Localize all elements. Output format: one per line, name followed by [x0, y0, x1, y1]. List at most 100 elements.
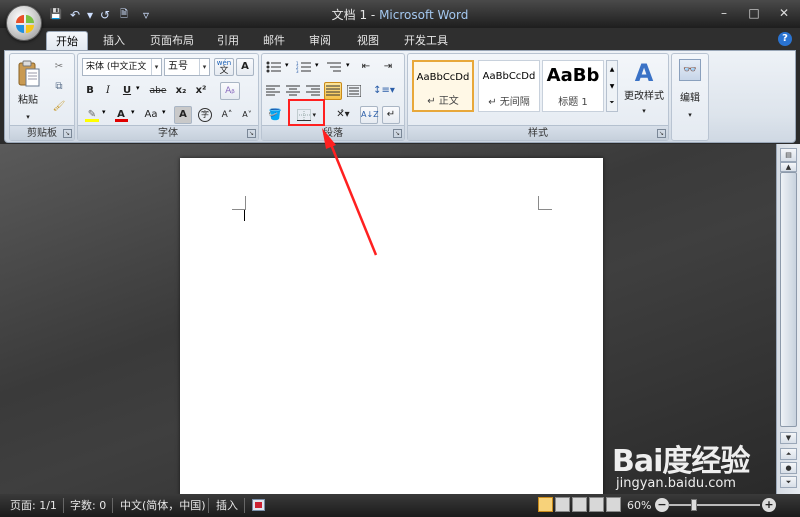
previous-page-button[interactable]: ⏶	[780, 448, 797, 460]
status-insert-mode[interactable]: 插入	[216, 498, 238, 513]
view-web-layout-button[interactable]	[572, 497, 587, 512]
justify-button[interactable]	[324, 82, 342, 100]
next-page-button[interactable]: ⏷	[780, 476, 797, 488]
tab-page-layout[interactable]: 页面布局	[144, 31, 200, 50]
distributed-button[interactable]	[344, 82, 364, 100]
tab-insert[interactable]: 插入	[96, 31, 132, 50]
char-border-button[interactable]: A	[236, 58, 254, 76]
shrink-font-button[interactable]: A˅	[238, 106, 256, 124]
scroll-thumb[interactable]	[780, 172, 797, 427]
tab-references[interactable]: 引用	[210, 31, 246, 50]
view-full-screen-button[interactable]	[555, 497, 570, 512]
underline-dropdown-icon[interactable]: ▾	[136, 84, 140, 92]
font-color-dropdown-icon[interactable]: ▾	[131, 108, 135, 116]
decrease-indent-button[interactable]: ⇤	[356, 58, 376, 76]
close-button[interactable]: ✕	[774, 4, 794, 22]
text-cursor	[244, 210, 245, 221]
align-left-button[interactable]	[264, 82, 282, 100]
tab-view[interactable]: 视图	[350, 31, 386, 50]
show-marks-button[interactable]: ↵	[382, 106, 400, 124]
view-print-layout-button[interactable]	[538, 497, 553, 512]
cut-button[interactable]: ✂	[50, 58, 68, 76]
zoom-level[interactable]: 60%	[627, 498, 651, 513]
office-button[interactable]	[6, 5, 42, 41]
zoom-in-button[interactable]: +	[762, 498, 776, 512]
paste-icon	[18, 60, 40, 87]
maximize-button[interactable]: □	[744, 4, 764, 22]
clear-formatting-button[interactable]: Aᵦ	[220, 82, 240, 100]
paragraph-launcher-icon[interactable]: ↘	[393, 129, 402, 138]
subscript-button[interactable]: x₂	[172, 82, 190, 100]
chinese-layout-button[interactable]: ✕̂▾	[330, 106, 356, 124]
style-normal-sample: AaBbCcDd	[416, 72, 470, 83]
italic-button[interactable]: I	[100, 82, 116, 100]
format-painter-button[interactable]: 🖌	[50, 98, 68, 116]
styles-more-icon[interactable]: ⏷	[607, 95, 617, 111]
minimize-button[interactable]: –	[714, 4, 734, 22]
styles-up-icon[interactable]: ▲	[607, 61, 617, 78]
multilevel-dropdown-icon[interactable]: ▾	[346, 61, 350, 69]
sort-button[interactable]: A↓Z	[360, 106, 379, 124]
ruler-toggle-icon[interactable]: ▤	[780, 148, 797, 162]
status-page[interactable]: 页面: 1/1	[10, 498, 57, 513]
shading-button[interactable]: 🪣	[264, 106, 286, 124]
chinese-layout-icon: ✕̂▾	[336, 109, 350, 120]
clipboard-launcher-icon[interactable]: ↘	[63, 129, 72, 138]
tab-review[interactable]: 审阅	[302, 31, 338, 50]
numbering-button[interactable]: 123	[294, 58, 316, 76]
help-icon[interactable]: ?	[778, 32, 792, 46]
change-styles-button[interactable]: A 更改样式 ▾	[622, 58, 666, 120]
status-language[interactable]: 中文(简体，中国)	[120, 498, 206, 513]
scroll-down-button[interactable]: ▼	[780, 432, 797, 444]
styles-launcher-icon[interactable]: ↘	[657, 129, 666, 138]
enclose-chars-button[interactable]: 字	[196, 106, 214, 124]
editing-button[interactable]: 👓 编辑 ▾	[674, 56, 706, 136]
line-spacing-button[interactable]: ↕≡▾	[370, 82, 398, 100]
bullets-button[interactable]	[264, 58, 286, 76]
view-outline-button[interactable]	[589, 497, 604, 512]
align-center-button[interactable]	[284, 82, 302, 100]
status-word-count[interactable]: 字数: 0	[70, 498, 106, 513]
tab-home[interactable]: 开始	[46, 31, 88, 50]
macro-record-icon[interactable]	[252, 499, 265, 511]
grow-font-button[interactable]: A˄	[218, 106, 236, 124]
highlight-button[interactable]: ✎	[82, 106, 102, 124]
bullets-dropdown-icon[interactable]: ▾	[285, 61, 289, 69]
strikethrough-button[interactable]: abe	[146, 82, 170, 100]
font-launcher-icon[interactable]: ↘	[247, 129, 256, 138]
underline-button[interactable]: U	[118, 82, 136, 100]
document-title: 文档 1	[331, 8, 368, 22]
tab-developer[interactable]: 开发工具	[398, 31, 454, 50]
multilevel-list-button[interactable]	[324, 58, 346, 76]
font-family-select[interactable]: 宋体 (中文正文 ▾	[82, 58, 162, 76]
change-case-dropdown-icon[interactable]: ▾	[162, 108, 166, 116]
char-shading-button[interactable]: A	[174, 106, 192, 124]
font-size-select[interactable]: 五号 ▾	[164, 58, 210, 76]
font-group: 宋体 (中文正文 ▾ 五号 ▾ wén 文 A B I U ▾ abe x₂ x²…	[77, 53, 259, 141]
tab-mailings[interactable]: 邮件	[256, 31, 292, 50]
font-size-dropdown-icon: ▾	[199, 59, 209, 75]
style-no-spacing[interactable]: AaBbCcDd ↵ 无间隔	[478, 60, 540, 112]
paste-button[interactable]: 粘贴 ▾	[13, 56, 43, 122]
document-page[interactable]	[180, 158, 603, 494]
superscript-button[interactable]: x²	[192, 82, 210, 100]
style-normal[interactable]: AaBbCcDd ↵ 正文	[412, 60, 474, 112]
copy-button[interactable]: ⧉	[50, 78, 68, 96]
phonetic-guide-button[interactable]: wén 文	[214, 58, 234, 76]
scroll-up-button[interactable]: ▲	[780, 162, 797, 172]
zoom-out-button[interactable]: −	[655, 498, 669, 512]
change-case-button[interactable]: Aa	[140, 106, 162, 124]
window-title: 文档 1 - Microsoft Word	[0, 6, 800, 23]
increase-indent-button[interactable]: ⇥	[378, 58, 398, 76]
zoom-slider-knob[interactable]	[690, 499, 697, 511]
styles-down-icon[interactable]: ▼	[607, 78, 617, 95]
style-heading-1[interactable]: AaBb 标题 1	[542, 60, 604, 112]
numbering-dropdown-icon[interactable]: ▾	[315, 61, 319, 69]
highlight-dropdown-icon[interactable]: ▾	[102, 108, 106, 116]
select-browse-object-button[interactable]: ●	[780, 462, 797, 474]
font-color-button[interactable]: A	[112, 106, 130, 124]
view-draft-button[interactable]	[606, 497, 621, 512]
bold-button[interactable]: B	[82, 82, 98, 100]
zoom-slider[interactable]	[668, 499, 760, 511]
align-right-button[interactable]	[304, 82, 322, 100]
